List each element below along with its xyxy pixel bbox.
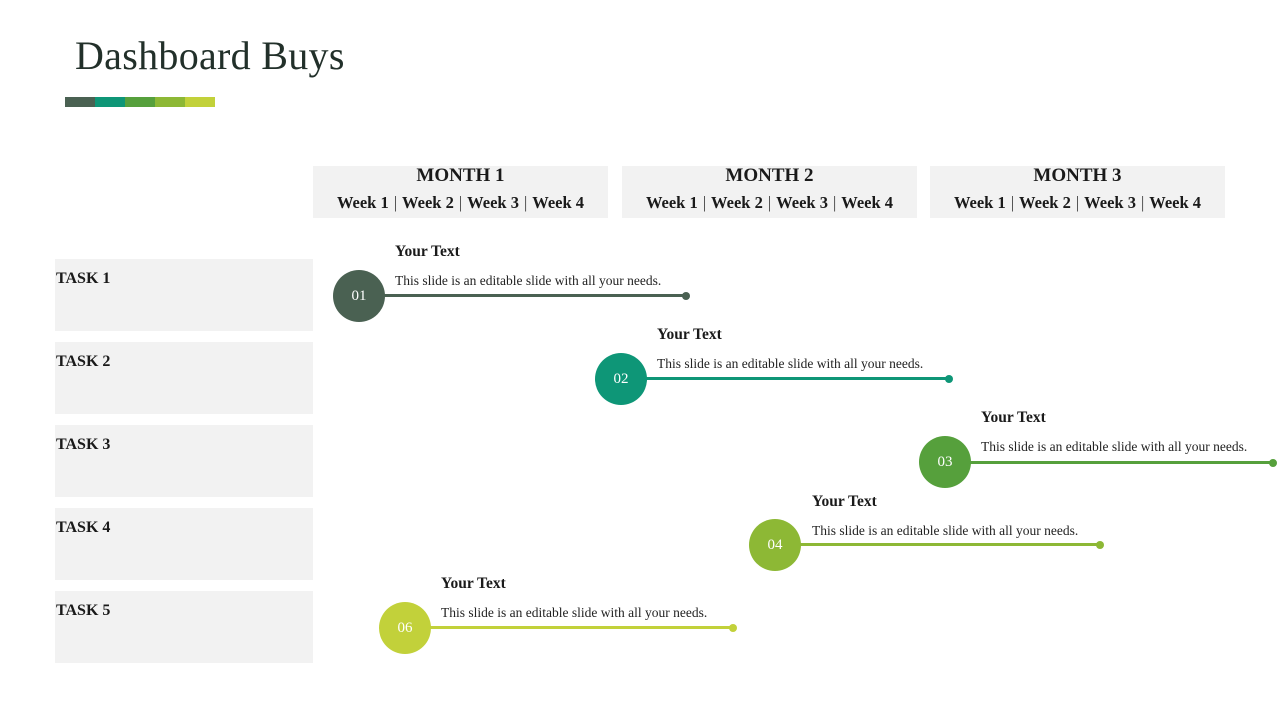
week-label: Week 3 bbox=[467, 193, 519, 212]
task-row-3: TASK 3 bbox=[55, 425, 313, 497]
month-header-2: MONTH 2 Week 1 | Week 2 | Week 3 | Week 4 bbox=[622, 166, 917, 218]
item-description: This slide is an editable slide with all… bbox=[657, 356, 924, 371]
color-swatch bbox=[185, 97, 215, 107]
timeline-end-dot bbox=[1269, 459, 1277, 467]
item-description: This slide is an editable slide with all… bbox=[441, 605, 708, 620]
color-swatch bbox=[155, 97, 185, 107]
month-header-3: MONTH 3 Week 1 | Week 2 | Week 3 | Week 4 bbox=[930, 166, 1225, 218]
item-heading: Your Text bbox=[657, 326, 722, 343]
timeline-bar bbox=[370, 294, 686, 297]
week-label: Week 1 bbox=[336, 193, 389, 212]
step-number-badge: 03 bbox=[919, 436, 971, 488]
timeline-bar bbox=[786, 543, 1100, 546]
timeline-end-dot bbox=[729, 624, 737, 632]
timeline-end-dot bbox=[682, 292, 690, 300]
month-title: MONTH 1 bbox=[416, 165, 505, 186]
timeline-bar bbox=[956, 461, 1273, 464]
step-number-badge: 06 bbox=[379, 602, 431, 654]
task-row-5: TASK 5 bbox=[55, 591, 313, 663]
month-title: MONTH 2 bbox=[725, 165, 814, 186]
week-label: Week 3 bbox=[776, 193, 828, 212]
color-swatch bbox=[95, 97, 125, 107]
task-row-2: TASK 2 bbox=[55, 342, 313, 414]
color-accent-bar bbox=[65, 97, 215, 107]
timeline-bar bbox=[416, 626, 733, 629]
week-separator: | bbox=[767, 193, 772, 212]
step-number-badge: 02 bbox=[595, 353, 647, 405]
week-label: Week 4 bbox=[1149, 193, 1202, 212]
task-row-1: TASK 1 bbox=[55, 259, 313, 331]
color-swatch bbox=[125, 97, 155, 107]
week-separator: | bbox=[523, 193, 528, 212]
step-number-badge: 04 bbox=[749, 519, 801, 571]
step-number-badge: 01 bbox=[333, 270, 385, 322]
timeline-end-dot bbox=[1096, 541, 1104, 549]
week-label: Week 1 bbox=[645, 193, 698, 212]
task-label: TASK 3 bbox=[56, 436, 111, 453]
week-labels: Week 1 | Week 2 | Week 3 | Week 4 bbox=[313, 193, 608, 213]
week-label: Week 1 bbox=[953, 193, 1006, 212]
week-labels: Week 1 | Week 2 | Week 3 | Week 4 bbox=[622, 193, 917, 213]
week-separator: | bbox=[1010, 193, 1015, 212]
item-description: This slide is an editable slide with all… bbox=[395, 273, 662, 288]
week-label: Week 3 bbox=[1084, 193, 1136, 212]
task-row-4: TASK 4 bbox=[55, 508, 313, 580]
week-separator: | bbox=[1140, 193, 1145, 212]
page-title: Dashboard Buys bbox=[75, 33, 345, 78]
task-label: TASK 4 bbox=[56, 519, 111, 536]
task-label: TASK 5 bbox=[56, 602, 111, 619]
week-separator: | bbox=[702, 193, 707, 212]
week-labels: Week 1 | Week 2 | Week 3 | Week 4 bbox=[930, 193, 1225, 213]
week-label: Week 2 bbox=[402, 193, 454, 212]
week-separator: | bbox=[832, 193, 837, 212]
month-title: MONTH 3 bbox=[1033, 165, 1122, 186]
item-description: This slide is an editable slide with all… bbox=[981, 439, 1248, 454]
item-heading: Your Text bbox=[981, 409, 1046, 426]
week-separator: | bbox=[393, 193, 398, 212]
week-separator: | bbox=[458, 193, 463, 212]
week-label: Week 4 bbox=[841, 193, 894, 212]
month-header-1: MONTH 1 Week 1 | Week 2 | Week 3 | Week 4 bbox=[313, 166, 608, 218]
timeline-bar bbox=[632, 377, 949, 380]
week-separator: | bbox=[1075, 193, 1080, 212]
item-heading: Your Text bbox=[812, 493, 877, 510]
week-label: Week 2 bbox=[1019, 193, 1071, 212]
timeline-end-dot bbox=[945, 375, 953, 383]
week-label: Week 2 bbox=[711, 193, 763, 212]
task-label: TASK 1 bbox=[56, 270, 111, 287]
color-swatch bbox=[65, 97, 95, 107]
item-heading: Your Text bbox=[395, 243, 460, 260]
item-description: This slide is an editable slide with all… bbox=[812, 523, 1079, 538]
week-label: Week 4 bbox=[532, 193, 585, 212]
task-label: TASK 2 bbox=[56, 353, 111, 370]
item-heading: Your Text bbox=[441, 575, 506, 592]
